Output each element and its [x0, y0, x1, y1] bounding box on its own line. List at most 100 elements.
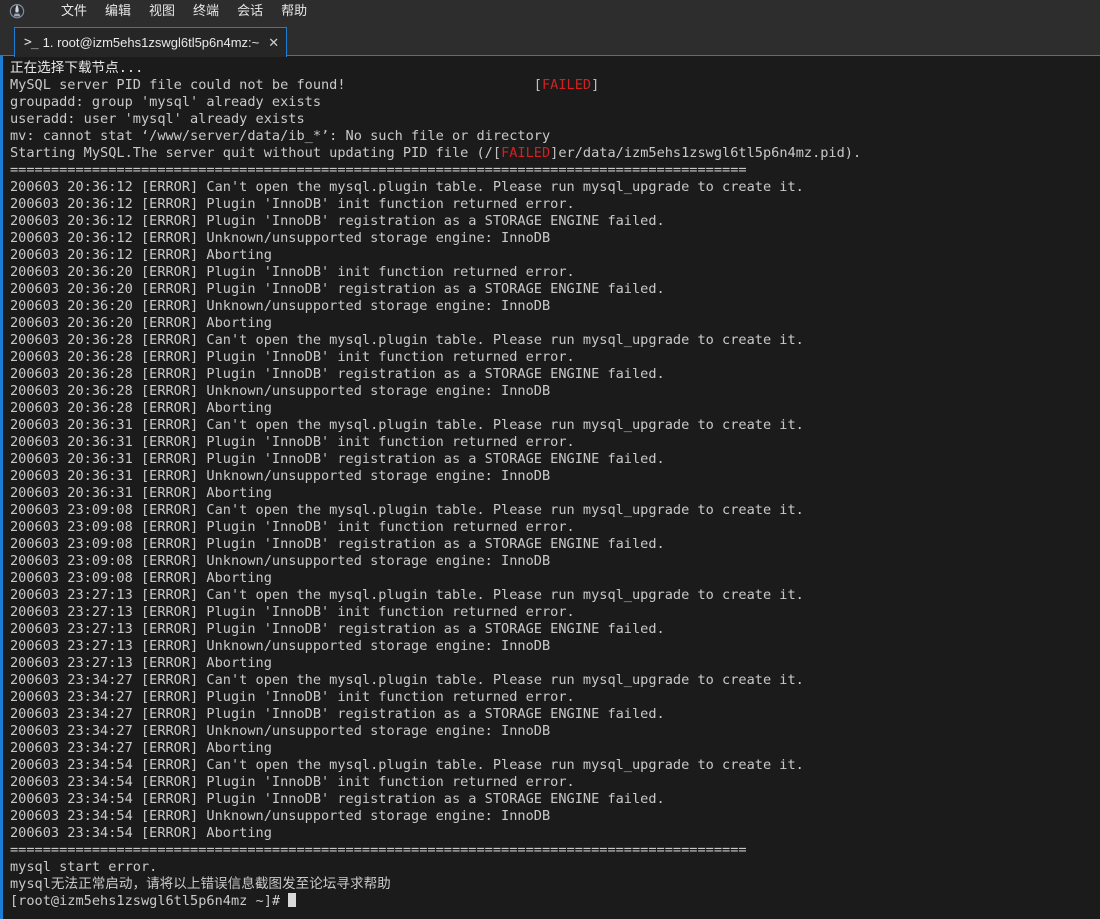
terminal-line: mysql start error.: [10, 859, 1100, 876]
terminal-text: 200603 20:36:20 [ERROR] Plugin 'InnoDB' …: [10, 281, 665, 297]
terminal-pane[interactable]: 正在选择下载节点... MySQL server PID file could n…: [0, 56, 1100, 919]
terminal-line: 200603 23:09:08 [ERROR] Can't open the m…: [10, 502, 1100, 519]
terminal-line: 200603 20:36:31 [ERROR] Plugin 'InnoDB' …: [10, 451, 1100, 468]
terminal-text: 200603 23:27:13 [ERROR] Can't open the m…: [10, 587, 804, 603]
terminal-line: 200603 23:34:54 [ERROR] Can't open the m…: [10, 757, 1100, 774]
terminal-text: 200603 23:34:27 [ERROR] Plugin 'InnoDB' …: [10, 689, 575, 705]
terminal-text: 200603 23:34:54 [ERROR] Plugin 'InnoDB' …: [10, 791, 665, 807]
terminal-text: 200603 20:36:31 [ERROR] Unknown/unsuppor…: [10, 468, 551, 484]
terminal-line: 200603 20:36:12 [ERROR] Plugin 'InnoDB' …: [10, 196, 1100, 213]
terminal-text: [: [533, 77, 542, 93]
terminal-line: 200603 20:36:28 [ERROR] Unknown/unsuppor…: [10, 383, 1100, 400]
terminal-text: 200603 20:36:28 [ERROR] Plugin 'InnoDB' …: [10, 366, 665, 382]
terminal-line: 200603 20:36:31 [ERROR] Can't open the m…: [10, 417, 1100, 434]
terminal-text: 200603 20:36:12 [ERROR] Aborting: [10, 247, 272, 263]
terminal-text: 200603 20:36:28 [ERROR] Plugin 'InnoDB' …: [10, 349, 575, 365]
terminal-line: 200603 23:27:13 [ERROR] Unknown/unsuppor…: [10, 638, 1100, 655]
terminal-line: 200603 23:27:13 [ERROR] Plugin 'InnoDB' …: [10, 604, 1100, 621]
terminal-line: 200603 23:27:13 [ERROR] Plugin 'InnoDB' …: [10, 621, 1100, 638]
status-failed-text: FAILED: [541, 77, 592, 93]
terminal-line: 200603 23:34:27 [ERROR] Can't open the m…: [10, 672, 1100, 689]
terminal-separator: ========================================…: [10, 842, 747, 858]
terminal-line: 200603 23:34:54 [ERROR] Unknown/unsuppor…: [10, 808, 1100, 825]
menu-view[interactable]: 视图: [140, 1, 184, 21]
terminal-text: 200603 20:36:31 [ERROR] Plugin 'InnoDB' …: [10, 434, 575, 450]
terminal-text: 200603 23:34:27 [ERROR] Aborting: [10, 740, 272, 756]
terminal-line: groupadd: group 'mysql' already exists: [10, 94, 1100, 111]
terminal-line: 200603 20:36:20 [ERROR] Unknown/unsuppor…: [10, 298, 1100, 315]
terminal-text: 200603 20:36:31 [ERROR] Can't open the m…: [10, 417, 804, 433]
terminal-text: 200603 23:09:08 [ERROR] Plugin 'InnoDB' …: [10, 519, 575, 535]
terminal-text: 200603 20:36:28 [ERROR] Can't open the m…: [10, 332, 804, 348]
menu-edit[interactable]: 编辑: [96, 1, 140, 21]
xshell-logo-icon: [8, 2, 26, 20]
terminal-text: 200603 23:34:54 [ERROR] Aborting: [10, 825, 272, 841]
menu-terminal[interactable]: 终端: [184, 1, 228, 21]
terminal-text: 200603 20:36:28 [ERROR] Aborting: [10, 400, 272, 416]
terminal-line: mv: cannot stat ‘/www/server/data/ib_*’:…: [10, 128, 1100, 145]
terminal-line: 200603 20:36:28 [ERROR] Can't open the m…: [10, 332, 1100, 349]
terminal-line: 200603 20:36:28 [ERROR] Plugin 'InnoDB' …: [10, 349, 1100, 366]
terminal-text: 200603 20:36:12 [ERROR] Plugin 'InnoDB' …: [10, 213, 665, 229]
terminal-line: 200603 20:36:12 [ERROR] Unknown/unsuppor…: [10, 230, 1100, 247]
terminal-text: mysql无法正常启动，请将以上错误信息截图发至论坛寻求帮助: [10, 876, 391, 892]
terminal-text: Starting MySQL.The server quit without u…: [10, 145, 493, 161]
terminal-line: 正在选择下载节点...: [10, 60, 1100, 77]
terminal-text: [: [492, 145, 502, 161]
menu-bar: 文件 编辑 视图 终端 会话 帮助: [0, 0, 1100, 22]
menu-file[interactable]: 文件: [52, 1, 96, 21]
terminal-text: 200603 23:34:54 [ERROR] Plugin 'InnoDB' …: [10, 774, 575, 790]
terminal-line: 200603 23:34:27 [ERROR] Plugin 'InnoDB' …: [10, 689, 1100, 706]
terminal-line: 200603 23:34:27 [ERROR] Unknown/unsuppor…: [10, 723, 1100, 740]
terminal-line: 200603 20:36:12 [ERROR] Aborting: [10, 247, 1100, 264]
terminal-text: 200603 23:27:13 [ERROR] Aborting: [10, 655, 272, 671]
tab-session-1[interactable]: >_ 1. root@izm5ehs1zswgl6tl5p6n4mz:~ ✕: [14, 27, 288, 57]
terminal-text: 200603 23:27:13 [ERROR] Plugin 'InnoDB' …: [10, 621, 665, 637]
terminal-text: 200603 20:36:20 [ERROR] Unknown/unsuppor…: [10, 298, 551, 314]
terminal-separator: ========================================…: [10, 162, 747, 178]
terminal-line: 200603 23:34:54 [ERROR] Plugin 'InnoDB' …: [10, 774, 1100, 791]
terminal-line: 200603 20:36:28 [ERROR] Aborting: [10, 400, 1100, 417]
terminal-line: 200603 20:36:20 [ERROR] Plugin 'InnoDB' …: [10, 264, 1100, 281]
terminal-line: 200603 20:36:31 [ERROR] Aborting: [10, 485, 1100, 502]
menu-help[interactable]: 帮助: [272, 1, 316, 21]
terminal-text: 200603 23:09:08 [ERROR] Plugin 'InnoDB' …: [10, 536, 665, 552]
terminal-text: 200603 20:36:31 [ERROR] Aborting: [10, 485, 272, 501]
terminal-line: useradd: user 'mysql' already exists: [10, 111, 1100, 128]
terminal-line: ========================================…: [10, 842, 1100, 859]
terminal-line: 200603 23:27:13 [ERROR] Aborting: [10, 655, 1100, 672]
terminal-line: mysql无法正常启动，请将以上错误信息截图发至论坛寻求帮助: [10, 876, 1100, 893]
terminal-line: 200603 20:36:31 [ERROR] Plugin 'InnoDB' …: [10, 434, 1100, 451]
terminal-text: ]: [591, 77, 600, 93]
terminal-text: 200603 23:09:08 [ERROR] Can't open the m…: [10, 502, 804, 518]
status-failed-text: FAILED: [501, 145, 551, 161]
terminal-text: 200603 23:34:27 [ERROR] Unknown/unsuppor…: [10, 723, 551, 739]
terminal-line: Starting MySQL.The server quit without u…: [10, 145, 1100, 162]
terminal-text: 200603 23:27:13 [ERROR] Unknown/unsuppor…: [10, 638, 551, 654]
terminal-text: groupadd: group 'mysql' already exists: [10, 94, 321, 110]
terminal-line: ========================================…: [10, 162, 1100, 179]
terminal-output[interactable]: 正在选择下载节点... MySQL server PID file could n…: [3, 56, 1100, 919]
terminal-line: 200603 23:34:27 [ERROR] Plugin 'InnoDB' …: [10, 706, 1100, 723]
terminal-text: 200603 23:34:54 [ERROR] Can't open the m…: [10, 757, 804, 773]
terminal-text: 200603 23:34:27 [ERROR] Plugin 'InnoDB' …: [10, 706, 665, 722]
close-icon[interactable]: ✕: [268, 36, 279, 49]
terminal-text: 200603 23:34:27 [ERROR] Can't open the m…: [10, 672, 804, 688]
terminal-text: useradd: user 'mysql' already exists: [10, 111, 305, 127]
terminal-text: er/data/izm5ehs1zswgl6tl5p6n4mz.pid).: [558, 145, 862, 161]
terminal-line: 200603 23:09:08 [ERROR] Plugin 'InnoDB' …: [10, 536, 1100, 553]
terminal-line: [root@izm5ehs1zswgl6tl5p6n4mz ~]#: [10, 893, 1100, 910]
terminal-text: 200603 20:36:12 [ERROR] Plugin 'InnoDB' …: [10, 196, 575, 212]
terminal-line: 200603 23:27:13 [ERROR] Can't open the m…: [10, 587, 1100, 604]
terminal-line: 200603 20:36:20 [ERROR] Aborting: [10, 315, 1100, 332]
terminal-text: 200603 20:36:12 [ERROR] Unknown/unsuppor…: [10, 230, 551, 246]
terminal-line: 200603 20:36:12 [ERROR] Plugin 'InnoDB' …: [10, 213, 1100, 230]
terminal-prompt-icon: >_: [24, 35, 39, 50]
terminal-text: 200603 23:27:13 [ERROR] Plugin 'InnoDB' …: [10, 604, 575, 620]
terminal-text: 200603 20:36:31 [ERROR] Plugin 'InnoDB' …: [10, 451, 665, 467]
terminal-text: 正在选择下载节点...: [10, 60, 144, 76]
terminal-text: 200603 20:36:20 [ERROR] Aborting: [10, 315, 272, 331]
terminal-line: 200603 20:36:12 [ERROR] Can't open the m…: [10, 179, 1100, 196]
terminal-text: 200603 23:09:08 [ERROR] Aborting: [10, 570, 272, 586]
menu-session[interactable]: 会话: [228, 1, 272, 21]
